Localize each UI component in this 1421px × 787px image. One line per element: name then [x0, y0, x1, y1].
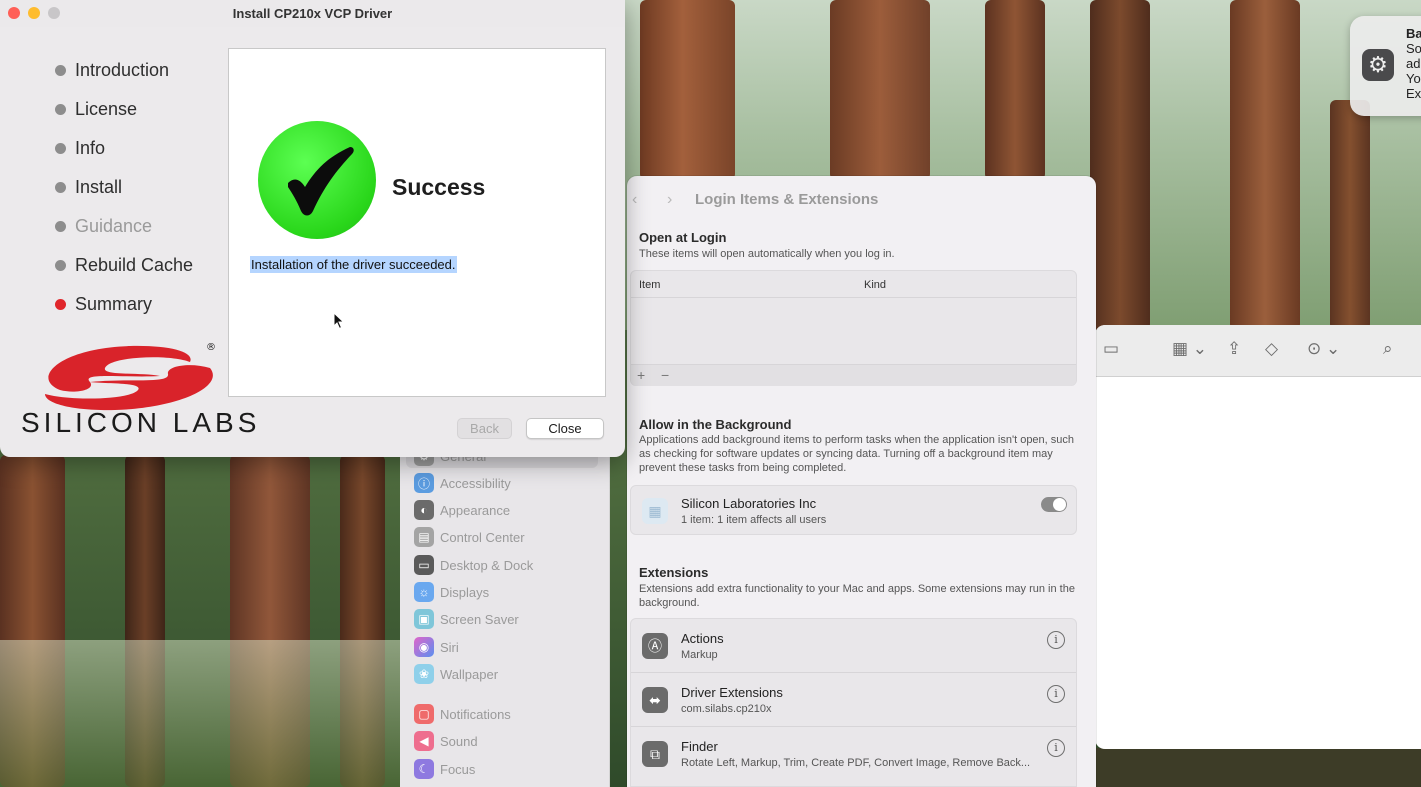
- more-actions-icon[interactable]: ⊙ ⌄: [1307, 339, 1340, 359]
- siri-icon: ◉: [414, 637, 434, 657]
- settings-sidebar: ⚙ General ⓘ Accessibility ◐ Appearance ▤…: [400, 445, 610, 787]
- gallery-view-icon[interactable]: ▭: [1103, 339, 1119, 359]
- step-guidance: Guidance: [55, 216, 152, 237]
- step-dot-icon: [55, 221, 66, 232]
- share-icon[interactable]: ⇪: [1227, 339, 1241, 359]
- list-item[interactable]: ⧉ Finder Rotate Left, Markup, Trim, Crea…: [631, 727, 1076, 781]
- step-rebuild-cache: Rebuild Cache: [55, 255, 193, 276]
- sidebar-item-desktop-dock[interactable]: ▭ Desktop & Dock: [414, 554, 533, 576]
- info-icon[interactable]: i: [1047, 685, 1065, 703]
- control-center-icon: ▤: [414, 527, 434, 547]
- extensions-description: Extensions add extra functionality to yo…: [639, 583, 1075, 609]
- sidebar-item-screen-saver[interactable]: ▣ Screen Saver: [414, 608, 519, 630]
- result-heading: Success: [392, 174, 486, 200]
- extension-name: Actions: [681, 631, 724, 646]
- open-at-login-heading: Open at Login: [639, 230, 727, 245]
- search-icon[interactable]: ⌕: [1383, 339, 1393, 359]
- extensions-card: Ⓐ Actions Markup i ⬌ Driver Extensions c…: [630, 618, 1077, 787]
- settings-gear-icon: ⚙: [1362, 49, 1394, 81]
- step-dot-icon: [55, 182, 66, 193]
- remove-button[interactable]: −: [661, 367, 669, 383]
- step-dot-icon: [55, 260, 66, 271]
- finder-extension-icon: ⧉: [642, 741, 668, 767]
- sidebar-item-focus[interactable]: ☾ Focus: [414, 758, 475, 780]
- sidebar-item-sound[interactable]: ◀ Sound: [414, 730, 478, 752]
- step-install: Install: [55, 177, 122, 198]
- background-item-name: Silicon Laboratories Inc: [681, 496, 817, 511]
- panel-title: Login Items & Extensions: [695, 191, 879, 208]
- back-chevron-icon[interactable]: ‹: [632, 191, 637, 209]
- extension-detail: Markup: [681, 649, 718, 661]
- sidebar-item-displays[interactable]: ☼ Displays: [414, 581, 489, 603]
- finder-window: ▭ ▦ ⌄ ⇪ ◇ ⊙ ⌄ ⌕: [1095, 325, 1421, 749]
- back-button[interactable]: Back: [457, 418, 512, 439]
- extension-detail: com.silabs.cp210x: [681, 703, 772, 715]
- logo-wordmark: SILICON LABS: [21, 407, 261, 438]
- step-info: Info: [55, 138, 105, 159]
- info-icon[interactable]: i: [1047, 631, 1065, 649]
- extension-name: Driver Extensions: [681, 685, 783, 700]
- step-dot-icon: [55, 65, 66, 76]
- table-footer: + −: [631, 364, 1076, 386]
- column-header-item[interactable]: Item: [639, 279, 660, 291]
- background-item-toggle[interactable]: [1041, 497, 1067, 512]
- step-dot-icon: [55, 143, 66, 154]
- extension-detail: Rotate Left, Markup, Trim, Create PDF, C…: [681, 757, 1031, 769]
- notification-text: Ba So ad Yo Ex: [1406, 26, 1421, 101]
- sidebar-item-appearance[interactable]: ◐ Appearance: [414, 499, 510, 521]
- driver-extension-icon: ⬌: [642, 687, 668, 713]
- generic-app-icon: ▦: [642, 498, 668, 524]
- success-checkmark-icon: [258, 121, 376, 239]
- step-summary: Summary: [55, 294, 152, 315]
- sidebar-item-notifications[interactable]: ▢ Notifications: [414, 703, 511, 725]
- accessibility-icon: ⓘ: [414, 473, 434, 493]
- mouse-cursor-icon: [333, 312, 345, 330]
- step-dot-icon: [55, 104, 66, 115]
- sidebar-item-control-center[interactable]: ▤ Control Center: [414, 526, 525, 548]
- login-items-table: Item Kind + −: [630, 270, 1077, 386]
- background-items-card: ▦ Silicon Laboratories Inc 1 item: 1 ite…: [630, 485, 1077, 535]
- background-item-detail: 1 item: 1 item affects all users: [681, 514, 827, 526]
- close-button[interactable]: Close: [526, 418, 604, 439]
- info-icon[interactable]: i: [1047, 739, 1065, 757]
- notifications-icon: ▢: [414, 704, 434, 724]
- list-item: ▦ Silicon Laboratories Inc 1 item: 1 ite…: [631, 484, 1076, 538]
- column-header-kind[interactable]: Kind: [864, 279, 886, 291]
- installer-content: Success Installation of the driver succe…: [228, 48, 606, 397]
- forward-chevron-icon[interactable]: ›: [667, 191, 672, 209]
- login-items-panel: ‹ › Login Items & Extensions Open at Log…: [627, 176, 1096, 787]
- sidebar-item-siri[interactable]: ◉ Siri: [414, 636, 459, 658]
- extension-name: Finder: [681, 739, 718, 754]
- extensions-heading: Extensions: [639, 565, 709, 580]
- dock-icon: ▭: [414, 555, 434, 575]
- installer-window: Install CP210x VCP Driver Introduction L…: [0, 0, 625, 457]
- markup-actions-icon: Ⓐ: [642, 633, 668, 659]
- step-introduction: Introduction: [55, 60, 169, 81]
- list-item[interactable]: ⬌ Driver Extensions com.silabs.cp210x i: [631, 673, 1076, 727]
- open-at-login-description: These items will open automatically when…: [639, 248, 895, 260]
- finder-toolbar: ▭ ▦ ⌄ ⇪ ◇ ⊙ ⌄ ⌕: [1095, 325, 1421, 377]
- add-button[interactable]: +: [637, 367, 645, 383]
- title-bar[interactable]: Install CP210x VCP Driver: [0, 0, 625, 27]
- background-description: Applications add background items to per…: [639, 434, 1075, 474]
- sound-icon: ◀: [414, 731, 434, 751]
- notification-banner[interactable]: ⚙ Ba So ad Yo Ex: [1350, 16, 1421, 116]
- displays-icon: ☼: [414, 582, 434, 602]
- result-message: Installation of the driver succeeded.: [250, 256, 457, 273]
- screen-saver-icon: ▣: [414, 609, 434, 629]
- registered-mark: ®: [206, 342, 216, 353]
- window-title: Install CP210x VCP Driver: [232, 6, 393, 21]
- sidebar-item-wallpaper[interactable]: ❀ Wallpaper: [414, 663, 498, 685]
- wallpaper-icon: ❀: [414, 664, 434, 684]
- step-license: License: [55, 99, 137, 120]
- focus-moon-icon: ☾: [414, 759, 434, 779]
- background-heading: Allow in the Background: [639, 417, 792, 432]
- sidebar-item-accessibility[interactable]: ⓘ Accessibility: [414, 472, 511, 494]
- group-view-icon[interactable]: ▦ ⌄: [1172, 339, 1207, 359]
- step-dot-icon: [55, 299, 66, 310]
- appearance-icon: ◐: [414, 500, 434, 520]
- tag-icon[interactable]: ◇: [1265, 339, 1278, 359]
- list-item[interactable]: Ⓐ Actions Markup i: [631, 619, 1076, 673]
